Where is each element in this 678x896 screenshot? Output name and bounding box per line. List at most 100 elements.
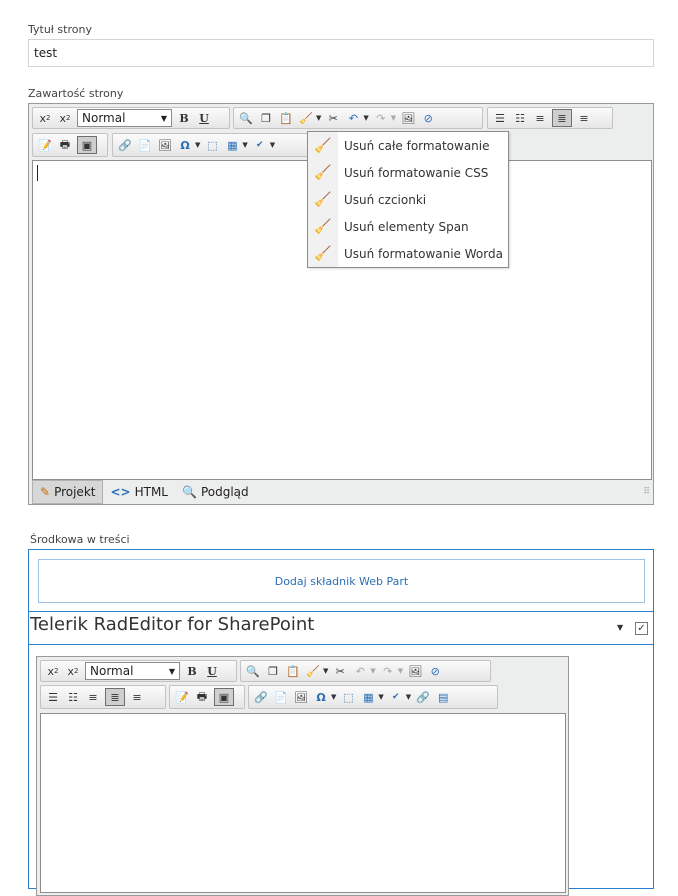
flash-icon[interactable]: ⊘ [420,110,436,126]
align-left-icon[interactable]: ≡ [532,110,548,126]
zone-label: Środkowa w treści [30,533,130,546]
image-icon[interactable]: 🖼 [157,137,173,153]
tab-projekt[interactable]: ✎ Projekt [32,480,104,504]
mode-bar: ✎ Projekt <> HTML 🔍 Podgląd ⠿ [32,480,652,504]
print-icon[interactable]: 🖶 [57,137,73,153]
format-stripper-arrow-icon[interactable]: ▼ [316,114,321,122]
spellcheck-icon[interactable]: ✔ [388,689,404,705]
paste-icon[interactable]: 📋 [285,663,301,679]
redo-icon[interactable]: ↷ [373,110,389,126]
broom-font-icon: 🧹 [314,191,332,208]
cut-icon[interactable]: ✂ [332,663,348,679]
special-character-icon[interactable]: Ω [313,689,329,705]
table-arrow-icon[interactable]: ▼ [378,693,383,701]
add-webpart-link[interactable]: Dodaj składnik Web Part [275,575,409,588]
wp-format-select-value: Normal [90,664,134,678]
find-icon[interactable]: 🔍 [238,110,254,126]
document-manager-icon[interactable]: 📄 [273,689,289,705]
subscript-icon[interactable]: x2 [37,110,53,126]
toggle-fullscreen-icon[interactable]: ▣ [214,688,234,706]
align-left-icon[interactable]: ≡ [85,689,101,705]
image-manager-icon[interactable]: 🖼 [400,110,416,126]
underline-icon[interactable]: U [204,663,220,679]
subscript-icon[interactable]: x2 [45,663,61,679]
broom-css-icon: 🧹 [314,164,332,181]
special-character-arrow-icon[interactable]: ▼ [195,141,200,149]
spellcheck-icon[interactable]: ✔ [252,137,268,153]
undo-icon[interactable]: ↶ [352,663,368,679]
bullet-list-icon[interactable]: ☰ [45,689,61,705]
menu-item-remove-word-formatting[interactable]: 🧹 Usuń formatowanie Worda [308,240,508,267]
image-icon[interactable]: 🖼 [293,689,309,705]
menu-item-remove-css[interactable]: 🧹 Usuń formatowanie CSS [308,159,508,186]
superscript-icon[interactable]: x2 [65,663,81,679]
redo-arrow-icon[interactable]: ▼ [391,114,396,122]
new-document-icon[interactable]: 📝 [174,689,190,705]
format-stripper-arrow-icon[interactable]: ▼ [323,667,328,675]
redo-icon[interactable]: ↷ [380,663,396,679]
find-icon[interactable]: 🔍 [245,663,261,679]
link-icon[interactable]: 🔗 [253,689,269,705]
link-manager-icon[interactable]: 🔗 [415,689,431,705]
image-manager-icon[interactable]: 🖼 [407,663,423,679]
superscript-icon[interactable]: x2 [57,110,73,126]
table-arrow-icon[interactable]: ▼ [242,141,247,149]
align-center-icon[interactable]: ≡ [129,689,145,705]
webpart-select-checkbox[interactable]: ✓ [635,622,648,635]
align-justify-icon[interactable]: ≣ [552,109,572,127]
wp-editor-content-area[interactable] [40,713,566,893]
undo-arrow-icon[interactable]: ▼ [363,114,368,122]
align-justify-icon[interactable]: ≣ [105,688,125,706]
tab-podglad[interactable]: 🔍 Podgląd [175,481,256,503]
paste-icon[interactable]: 📋 [278,110,294,126]
menu-item-remove-spans[interactable]: 🧹 Usuń elementy Span [308,213,508,240]
redo-arrow-icon[interactable]: ▼ [398,667,403,675]
special-character-icon[interactable]: Ω [177,137,193,153]
align-center-icon[interactable]: ≡ [576,110,592,126]
bullet-list-icon[interactable]: ☰ [492,110,508,126]
wp-toolbar-insert-group: 🔗 📄 🖼 Ω ▼ ⬚ ▦ ▼ ✔ ▼ 🔗 ▤ [248,685,498,709]
numbered-list-icon[interactable]: ☷ [512,110,528,126]
undo-arrow-icon[interactable]: ▼ [370,667,375,675]
title-input[interactable]: test [28,39,654,67]
menu-item-remove-all-formatting[interactable]: 🧹 Usuń całe formatowanie [308,132,508,159]
toolbar-edit-group: 🔍 ❐ 📋 🧹 ▼ ✂ ↶ ▼ ↷ ▼ 🖼 ⊘ [233,107,483,129]
format-stripper-icon[interactable]: 🧹 [305,663,321,679]
numbered-list-icon[interactable]: ☷ [65,689,81,705]
bold-icon[interactable]: B [176,110,192,126]
resize-grip-icon[interactable]: ⠿ [643,487,650,497]
magnifier-icon: 🔍 [182,485,197,499]
toolbar-insert-group: 🔗 📄 🖼 Ω ▼ ⬚ ▦ ▼ ✔ ▼ [112,133,308,157]
webpart-title-divider [29,644,653,645]
template-manager-icon[interactable]: ▤ [435,689,451,705]
table-icon[interactable]: ▦ [360,689,376,705]
print-icon[interactable]: 🖶 [194,689,210,705]
wp-format-select[interactable]: Normal ▼ [85,662,180,680]
insert-element-icon[interactable]: ⬚ [340,689,356,705]
table-icon[interactable]: ▦ [224,137,240,153]
chevron-down-icon: ▼ [168,666,175,676]
format-select[interactable]: Normal ▼ [77,109,172,127]
undo-icon[interactable]: ↶ [345,110,361,126]
copy-icon[interactable]: ❐ [258,110,274,126]
link-icon[interactable]: 🔗 [117,137,133,153]
special-character-arrow-icon[interactable]: ▼ [331,693,336,701]
toggle-fullscreen-icon[interactable]: ▣ [77,136,97,154]
spellcheck-arrow-icon[interactable]: ▼ [270,141,275,149]
new-document-icon[interactable]: 📝 [37,137,53,153]
insert-element-icon[interactable]: ⬚ [204,137,220,153]
menu-item-remove-fonts[interactable]: 🧹 Usuń czcionki [308,186,508,213]
tab-html[interactable]: <> HTML [103,481,175,503]
copy-icon[interactable]: ❐ [265,663,281,679]
document-manager-icon[interactable]: 📄 [137,137,153,153]
cut-icon[interactable]: ✂ [325,110,341,126]
wp-toolbar-format-group: x2 x2 Normal ▼ B U [40,660,237,682]
format-stripper-icon[interactable]: 🧹 [298,110,314,126]
bold-icon[interactable]: B [184,663,200,679]
webpart-menu-arrow-icon[interactable]: ▼ [617,623,623,632]
underline-icon[interactable]: U [196,110,212,126]
flash-icon[interactable]: ⊘ [427,663,443,679]
pencil-icon: ✎ [40,485,51,499]
format-stripper-dropdown: 🧹 Usuń całe formatowanie 🧹 Usuń formatow… [307,131,509,268]
spellcheck-arrow-icon[interactable]: ▼ [406,693,411,701]
